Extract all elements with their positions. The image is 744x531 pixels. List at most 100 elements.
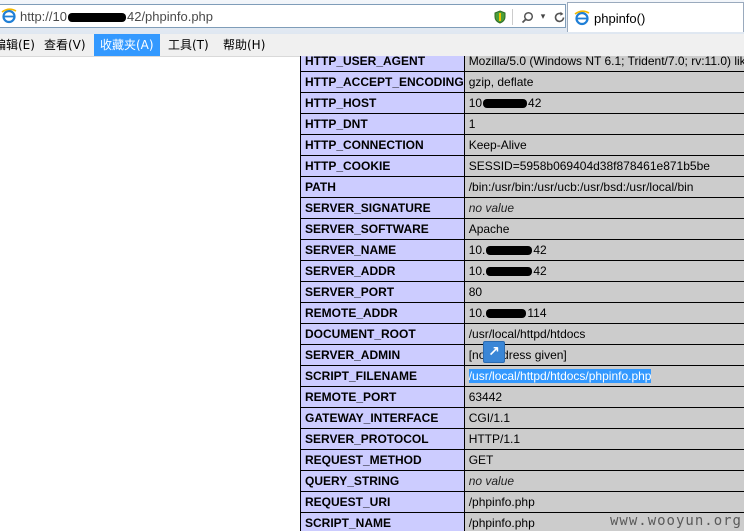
address-bar-area: http://10 42/phpinfo.php ▾ phpinfo() (0, 0, 744, 35)
var-name: QUERY_STRING (300, 470, 465, 492)
table-row: HTTP_USER_AGENT Mozilla/5.0 (Windows NT 6… (300, 56, 744, 72)
table-row: HTTP_CONNECTION Keep-Alive (300, 134, 744, 156)
menu-favorites[interactable]: 收藏夹(A) (94, 34, 160, 56)
var-value: gzip, deflate (463, 71, 744, 93)
var-name: PATH (300, 176, 465, 198)
var-value: 10 42 (463, 92, 744, 114)
var-value: 1 (463, 113, 744, 135)
var-name: SERVER_PORT (300, 281, 465, 303)
var-value: HTTP/1.1 (463, 428, 744, 450)
var-value: /phpinfo.php (463, 491, 744, 513)
table-row: REQUEST_URI/phpinfo.php (300, 491, 744, 513)
var-name: HTTP_DNT (300, 113, 465, 135)
table-row: QUERY_STRING no value (300, 470, 744, 492)
value-suffix: 114 (527, 306, 547, 320)
var-name: SERVER_ADMIN (300, 344, 465, 366)
var-value: 63442 (463, 386, 744, 408)
value-prefix: 10. (468, 264, 486, 278)
var-name: SERVER_ADDR (300, 260, 465, 282)
table-row: SERVER_NAME 10. 42 (300, 239, 744, 261)
menu-edit[interactable]: 编辑(E) (0, 34, 41, 56)
separator (512, 9, 515, 25)
table-row: REMOTE_PORT 63442 (300, 386, 744, 408)
phpinfo-page: HTTP_USER_AGENT Mozilla/5.0 (Windows NT 6… (300, 56, 744, 531)
var-name: REMOTE_PORT (300, 386, 465, 408)
tab-phpinfo[interactable]: phpinfo() (567, 2, 744, 32)
var-name: DOCUMENT_ROOT (300, 323, 465, 345)
menu-help[interactable]: 帮助(H) (217, 34, 271, 56)
var-value: SESSID=5958b069404d38f878461e871b5be (463, 155, 744, 177)
var-value: Mozilla/5.0 (Windows NT 6.1; Trident/7.0… (463, 56, 744, 72)
var-value: 10. 42 (463, 260, 744, 282)
table-row: SERVER_SOFTWARE Apache (300, 218, 744, 240)
var-value: no value (463, 197, 744, 219)
var-value: Keep-Alive (463, 134, 744, 156)
var-value: /bin:/usr/bin:/usr/ucb:/usr/bsd:/usr/loc… (463, 176, 744, 198)
table-row: PATH/bin:/usr/bin:/usr/ucb:/usr/bsd:/usr… (300, 176, 744, 198)
value-suffix: 42 (528, 96, 542, 110)
table-row: HTTP_COOKIE SESSID=5958b069404d38f878461e… (300, 155, 744, 177)
redaction-mark (486, 309, 527, 319)
table-row: GATEWAY_INTERFACE CGI/1.1 (300, 407, 744, 429)
var-name: SCRIPT_FILENAME (300, 365, 465, 387)
var-name: SERVER_SOFTWARE (300, 218, 465, 240)
search-icon[interactable] (519, 9, 535, 25)
var-name: REMOTE_ADDR (300, 302, 465, 324)
var-name: HTTP_ACCEPT_ENCODING (300, 71, 465, 93)
var-value: no value (463, 470, 744, 492)
table-row: SERVER_PORT 80 (300, 281, 744, 303)
table-row: REQUEST_METHOD GET (300, 449, 744, 471)
dropdown-arrow-icon[interactable]: ▾ (539, 9, 547, 25)
selected-text[interactable]: /usr/local/httpd/htdocs/phpinfo.php (468, 369, 652, 383)
var-value: /usr/local/httpd/htdocs (463, 323, 744, 345)
compatibility-shield-icon[interactable] (492, 9, 508, 25)
table-row: SERVER_ADMIN [no address given] (300, 344, 744, 366)
url-prefix: http://10 (20, 9, 67, 24)
var-value: 80 (463, 281, 744, 303)
var-name: HTTP_CONNECTION (300, 134, 465, 156)
value-suffix: 42 (533, 264, 547, 278)
address-bar-icons: ▾ (492, 8, 567, 26)
var-name: HTTP_USER_AGENT (300, 56, 465, 72)
refresh-icon[interactable] (551, 9, 567, 25)
table-row: SERVER_ADDR 10. 42 (300, 260, 744, 282)
menu-view[interactable]: 查看(V) (38, 34, 92, 56)
table-row: HTTP_HOST 10 42 (300, 92, 744, 114)
value-prefix: 10. (468, 243, 486, 257)
menu-tools[interactable]: 工具(T) (162, 34, 215, 56)
var-name: REQUEST_URI (300, 491, 465, 513)
var-name: HTTP_COOKIE (300, 155, 465, 177)
address-input[interactable]: http://10 42/phpinfo.php ▾ (0, 4, 566, 28)
menu-bar: 编辑(E) 查看(V) 收藏夹(A) 工具(T) 帮助(H) (0, 34, 744, 57)
ie-page-icon (574, 10, 590, 26)
var-name: GATEWAY_INTERFACE (300, 407, 465, 429)
var-name: HTTP_HOST (300, 92, 465, 114)
ie-logo-icon (1, 8, 17, 24)
var-value: [no address given] (463, 344, 744, 366)
accelerator-arrow-icon[interactable]: ↗ (483, 341, 505, 363)
table-row: DOCUMENT_ROOT/usr/local/httpd/htdocs (300, 323, 744, 345)
var-name: SERVER_PROTOCOL (300, 428, 465, 450)
url-text: http://10 42/phpinfo.php (20, 9, 213, 24)
table-row: HTTP_DNT 1 (300, 113, 744, 135)
var-value[interactable]: /usr/local/httpd/htdocs/phpinfo.php (463, 365, 744, 387)
value-prefix: 10. (468, 306, 486, 320)
var-name: SERVER_NAME (300, 239, 465, 261)
var-name: SCRIPT_NAME (300, 512, 465, 531)
var-value: CGI/1.1 (463, 407, 744, 429)
table-row: SERVER_PROTOCOL HTTP/1.1 (300, 428, 744, 450)
var-value: 10. 114 (463, 302, 744, 324)
value-suffix: 42 (533, 243, 547, 257)
var-value: 10. 42 (463, 239, 744, 261)
environment-table: HTTP_USER_AGENT Mozilla/5.0 (Windows NT 6… (300, 56, 744, 531)
redaction-mark (486, 246, 533, 256)
var-value: Apache (463, 218, 744, 240)
redaction-mark (483, 99, 528, 109)
table-row: SERVER_SIGNATURE no value (300, 197, 744, 219)
table-row: SCRIPT_FILENAME/usr/local/httpd/htdocs/p… (300, 365, 744, 387)
table-row: REMOTE_ADDR 10. 114 (300, 302, 744, 324)
redaction-mark (486, 267, 533, 277)
var-value: GET (463, 449, 744, 471)
var-name: REQUEST_METHOD (300, 449, 465, 471)
value-prefix: 10 (468, 96, 483, 110)
